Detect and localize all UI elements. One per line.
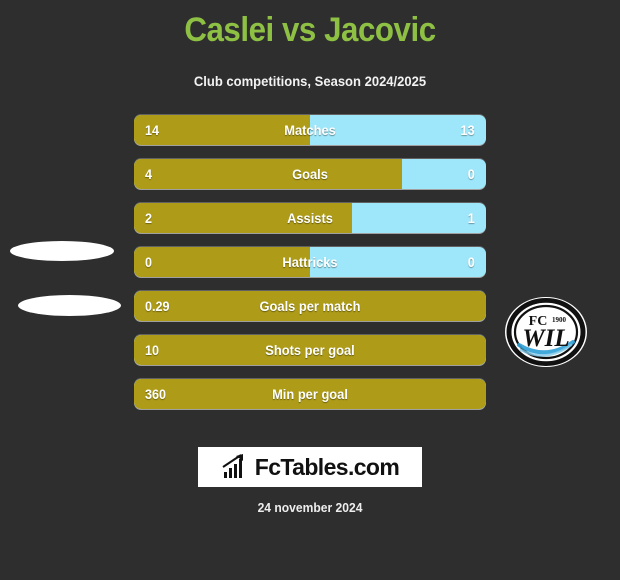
svg-text:WIL: WIL [522, 325, 569, 352]
footer-date: 24 november 2024 [257, 500, 363, 515]
stat-row: 14 Matches 13 [134, 115, 486, 145]
stat-label: Hattricks [282, 254, 338, 270]
fc-wil-crest-icon: FC 1900 WIL [505, 297, 587, 367]
svg-text:1900: 1900 [552, 316, 567, 324]
header: Caslei vs Jacovic Club competitions, Sea… [0, 0, 620, 90]
stat-label: Goals [292, 166, 328, 182]
stat-right-value: 13 [460, 122, 475, 138]
page-subtitle: Club competitions, Season 2024/2025 [193, 73, 427, 89]
fctables-logo[interactable]: FcTables.com [198, 447, 422, 487]
comparison-area: FC 1900 WIL 14 Matches 13 4 Goals 0 2 Assists 1 0… [0, 115, 620, 430]
stat-row: 2 Assists 1 [134, 203, 486, 233]
stat-row: 360 Min per goal [134, 379, 486, 409]
stat-row: 10 Shots per goal [134, 335, 486, 365]
left-team-crest-placeholder-2 [18, 295, 121, 316]
bar-chart-arrow-icon [222, 454, 243, 478]
fctables-logo-text: FcTables.com [254, 454, 400, 480]
stat-right-value: 0 [467, 166, 475, 182]
stat-bars-list: 14 Matches 13 4 Goals 0 2 Assists 1 0 Hattricks 0 0.… [134, 115, 486, 423]
stat-label: Matches [284, 122, 336, 138]
page-title: Caslei vs Jacovic [184, 11, 436, 49]
stat-label: Shots per goal [265, 342, 355, 358]
stat-row: 0.29 Goals per match [134, 291, 486, 321]
stat-label: Min per goal [272, 386, 348, 402]
stat-row: 0 Hattricks 0 [134, 247, 486, 277]
stat-label: Goals per match [259, 298, 361, 314]
right-team-crest-fc-wil: FC 1900 WIL [503, 295, 589, 369]
stat-label: Assists [287, 210, 333, 226]
stat-right-value: 1 [467, 210, 475, 226]
left-team-crest-placeholder-1 [10, 241, 114, 261]
stat-row: 4 Goals 0 [134, 159, 486, 189]
stat-right-value: 0 [467, 254, 475, 270]
